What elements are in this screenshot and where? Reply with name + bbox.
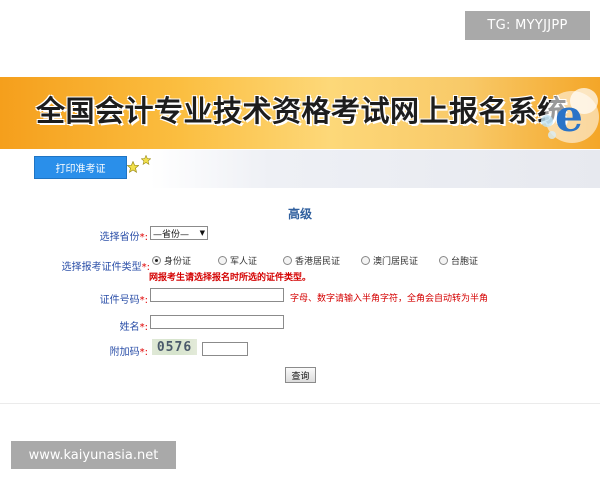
banner: 全国会计专业技术资格考试网上报名系统 e xyxy=(0,77,600,149)
required-mark: *: xyxy=(139,322,148,333)
form-heading: 高级 xyxy=(287,207,312,221)
radio-taiwan-compatriot[interactable]: 台胞证 xyxy=(439,253,478,267)
id-type-label-text: 选择报考证件类型 xyxy=(61,262,142,273)
radio-hongkong-resident[interactable]: 香港居民证 xyxy=(283,253,340,267)
query-button[interactable]: 查询 xyxy=(285,367,316,383)
name-label-text: 姓名 xyxy=(119,322,140,333)
province-label: 选择省份*: xyxy=(90,228,148,243)
name-label: 姓名*: xyxy=(90,318,148,333)
captcha-image[interactable]: 0576 xyxy=(152,339,197,355)
id-type-label: 选择报考证件类型*: xyxy=(55,258,150,273)
captcha-label: 附加码*: xyxy=(90,343,148,358)
radio-dot[interactable] xyxy=(152,255,161,265)
province-label-text: 选择省份 xyxy=(99,232,140,243)
dropdown-arrow-icon: ▼ xyxy=(199,229,205,237)
radio-dot[interactable] xyxy=(439,255,448,265)
captcha-label-text: 附加码 xyxy=(109,347,140,358)
name-input[interactable] xyxy=(150,315,284,329)
radio-military-id[interactable]: 军人证 xyxy=(218,253,257,267)
province-select-value: —省份— xyxy=(153,229,190,240)
radio-label: 身份证 xyxy=(164,256,192,267)
radio-id-card[interactable]: 身份证 xyxy=(152,253,191,267)
id-number-hint: 字母、数字请输入半角字符，全角会自动转为半角 xyxy=(290,294,489,304)
id-number-input[interactable] xyxy=(150,288,284,302)
radio-label: 台胞证 xyxy=(451,256,479,267)
radio-dot[interactable] xyxy=(218,255,227,265)
radio-dot[interactable] xyxy=(283,255,292,265)
watermark-top: TG: MYYJJPP xyxy=(465,11,590,40)
star-icon xyxy=(127,161,139,173)
id-number-label-text: 证件号码 xyxy=(99,295,140,306)
required-mark: *: xyxy=(139,347,148,358)
radio-dot[interactable] xyxy=(361,255,370,265)
watermark-bottom: www.kaiyunasia.net xyxy=(11,441,176,469)
e-logo-letter: e xyxy=(555,91,583,142)
id-type-radio-group: 身份证 军人证 香港居民证 澳门居民证 台胞证 xyxy=(152,253,592,267)
required-mark: *: xyxy=(139,295,148,306)
banner-title: 全国会计专业技术资格考试网上报名系统 xyxy=(36,94,568,128)
print-admission-ticket-button[interactable]: 打印准考证 xyxy=(34,156,127,179)
radio-label: 香港居民证 xyxy=(295,256,341,267)
required-mark: *: xyxy=(139,232,148,243)
bottom-divider xyxy=(0,403,600,404)
star-icon-small xyxy=(141,155,151,165)
province-select[interactable]: —省份— ▼ xyxy=(150,226,208,240)
radio-label: 军人证 xyxy=(230,256,258,267)
radio-macao-resident[interactable]: 澳门居民证 xyxy=(361,253,418,267)
id-type-note: 网报考生请选择报名时所选的证件类型。 xyxy=(149,273,312,283)
radio-label: 澳门居民证 xyxy=(373,256,419,267)
id-number-label: 证件号码*: xyxy=(90,291,148,306)
e-logo-icon: e xyxy=(541,88,599,143)
captcha-input[interactable] xyxy=(202,342,248,356)
